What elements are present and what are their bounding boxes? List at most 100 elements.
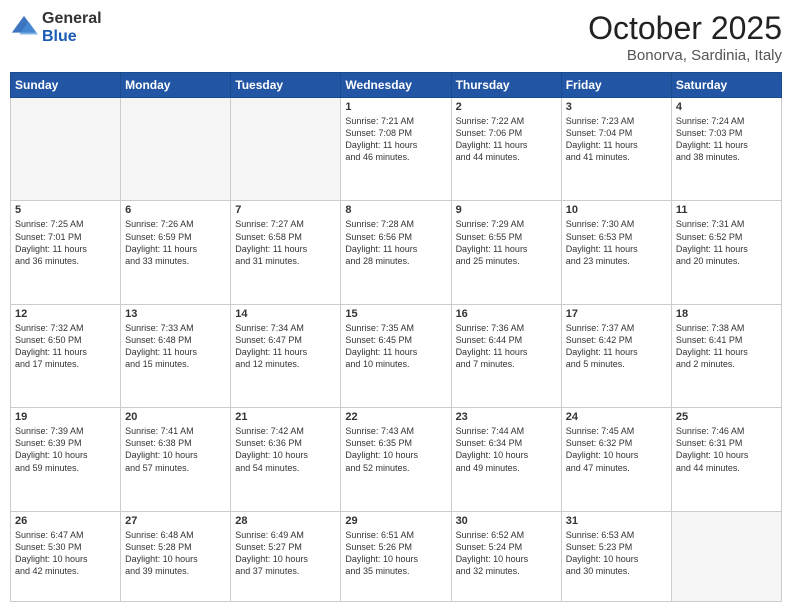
table-row: 24 Sunrise: 7:45 AM Sunset: 6:32 PM Dayli…: [561, 408, 671, 511]
table-row: 27 Sunrise: 6:48 AM Sunset: 5:28 PM Dayli…: [121, 511, 231, 602]
logo-general-text: General: [42, 10, 102, 28]
day-number: 11: [676, 204, 777, 216]
day-number: 6: [125, 204, 226, 216]
logo-icon: [10, 14, 38, 42]
day-info: Sunrise: 7:29 AM Sunset: 6:55 PM Dayligh…: [456, 218, 557, 267]
day-number: 13: [125, 308, 226, 320]
table-row: 13 Sunrise: 7:33 AM Sunset: 6:48 PM Dayli…: [121, 304, 231, 407]
title-block: October 2025 Bonorva, Sardinia, Italy: [588, 10, 782, 64]
day-info: Sunrise: 7:45 AM Sunset: 6:32 PM Dayligh…: [566, 425, 667, 474]
header: General Blue October 2025 Bonorva, Sardi…: [10, 10, 782, 64]
table-row: 17 Sunrise: 7:37 AM Sunset: 6:42 PM Dayli…: [561, 304, 671, 407]
table-row: 16Sunrise: 7:36 AM Sunset: 6:44 PM Dayli…: [451, 304, 561, 407]
day-number: 16: [456, 308, 557, 320]
col-wednesday: Wednesday: [341, 73, 451, 98]
day-number: 17: [566, 308, 667, 320]
table-row: 12 Sunrise: 7:32 AM Sunset: 6:50 PM Dayli…: [11, 304, 121, 407]
day-info: Sunrise: 7:25 AM Sunset: 7:01 PM Dayligh…: [15, 218, 116, 267]
day-number: 4: [676, 101, 777, 113]
day-number: 1: [345, 101, 446, 113]
day-info: Sunrise: 7:42 AM Sunset: 6:36 PM Dayligh…: [235, 425, 336, 474]
table-row: 29 Sunrise: 6:51 AM Sunset: 5:26 PM Dayli…: [341, 511, 451, 602]
day-info: Sunrise: 6:51 AM Sunset: 5:26 PM Dayligh…: [345, 529, 446, 578]
col-sunday: Sunday: [11, 73, 121, 98]
day-number: 29: [345, 515, 446, 527]
day-info: Sunrise: 6:48 AM Sunset: 5:28 PM Dayligh…: [125, 529, 226, 578]
table-row: 18Sunrise: 7:38 AM Sunset: 6:41 PM Dayli…: [671, 304, 781, 407]
day-number: 22: [345, 411, 446, 423]
day-number: 14: [235, 308, 336, 320]
page: General Blue October 2025 Bonorva, Sardi…: [0, 0, 792, 612]
day-number: 3: [566, 101, 667, 113]
day-info: Sunrise: 6:53 AM Sunset: 5:23 PM Dayligh…: [566, 529, 667, 578]
col-monday: Monday: [121, 73, 231, 98]
day-info: Sunrise: 7:23 AM Sunset: 7:04 PM Dayligh…: [566, 115, 667, 164]
day-info: Sunrise: 7:31 AM Sunset: 6:52 PM Dayligh…: [676, 218, 777, 267]
location: Bonorva, Sardinia, Italy: [588, 47, 782, 64]
day-info: Sunrise: 7:37 AM Sunset: 6:42 PM Dayligh…: [566, 322, 667, 371]
table-row: 23Sunrise: 7:44 AM Sunset: 6:34 PM Dayli…: [451, 408, 561, 511]
day-info: Sunrise: 7:39 AM Sunset: 6:39 PM Dayligh…: [15, 425, 116, 474]
table-row: 22Sunrise: 7:43 AM Sunset: 6:35 PM Dayli…: [341, 408, 451, 511]
table-row: 5 Sunrise: 7:25 AM Sunset: 7:01 PM Daylig…: [11, 201, 121, 304]
day-info: Sunrise: 6:47 AM Sunset: 5:30 PM Dayligh…: [15, 529, 116, 578]
logo-text: General Blue: [42, 10, 102, 45]
day-info: Sunrise: 7:30 AM Sunset: 6:53 PM Dayligh…: [566, 218, 667, 267]
logo: General Blue: [10, 10, 102, 45]
day-info: Sunrise: 7:33 AM Sunset: 6:48 PM Dayligh…: [125, 322, 226, 371]
table-row: 21 Sunrise: 7:42 AM Sunset: 6:36 PM Dayli…: [231, 408, 341, 511]
day-info: Sunrise: 7:46 AM Sunset: 6:31 PM Dayligh…: [676, 425, 777, 474]
table-row: 28 Sunrise: 6:49 AM Sunset: 5:27 PM Dayli…: [231, 511, 341, 602]
day-info: Sunrise: 7:32 AM Sunset: 6:50 PM Dayligh…: [15, 322, 116, 371]
day-header-row: Sunday Monday Tuesday Wednesday Thursday…: [11, 73, 782, 98]
col-tuesday: Tuesday: [231, 73, 341, 98]
day-number: 27: [125, 515, 226, 527]
day-number: 18: [676, 308, 777, 320]
table-row: 10 Sunrise: 7:30 AM Sunset: 6:53 PM Dayli…: [561, 201, 671, 304]
col-thursday: Thursday: [451, 73, 561, 98]
col-saturday: Saturday: [671, 73, 781, 98]
table-row: 6Sunrise: 7:26 AM Sunset: 6:59 PM Daylig…: [121, 201, 231, 304]
table-row: 11 Sunrise: 7:31 AM Sunset: 6:52 PM Dayli…: [671, 201, 781, 304]
table-row: [671, 511, 781, 602]
day-info: Sunrise: 7:41 AM Sunset: 6:38 PM Dayligh…: [125, 425, 226, 474]
day-info: Sunrise: 6:52 AM Sunset: 5:24 PM Dayligh…: [456, 529, 557, 578]
table-row: 7 Sunrise: 7:27 AM Sunset: 6:58 PM Daylig…: [231, 201, 341, 304]
table-row: 31 Sunrise: 6:53 AM Sunset: 5:23 PM Dayli…: [561, 511, 671, 602]
day-number: 25: [676, 411, 777, 423]
table-row: 25 Sunrise: 7:46 AM Sunset: 6:31 PM Dayli…: [671, 408, 781, 511]
table-row: 8Sunrise: 7:28 AM Sunset: 6:56 PM Daylig…: [341, 201, 451, 304]
day-info: Sunrise: 7:21 AM Sunset: 7:08 PM Dayligh…: [345, 115, 446, 164]
table-row: 4 Sunrise: 7:24 AM Sunset: 7:03 PM Daylig…: [671, 98, 781, 201]
day-info: Sunrise: 6:49 AM Sunset: 5:27 PM Dayligh…: [235, 529, 336, 578]
day-info: Sunrise: 7:28 AM Sunset: 6:56 PM Dayligh…: [345, 218, 446, 267]
day-number: 2: [456, 101, 557, 113]
table-row: 14Sunrise: 7:34 AM Sunset: 6:47 PM Dayli…: [231, 304, 341, 407]
calendar-table: Sunday Monday Tuesday Wednesday Thursday…: [10, 72, 782, 602]
table-row: 1 Sunrise: 7:21 AM Sunset: 7:08 PM Daylig…: [341, 98, 451, 201]
table-row: 2 Sunrise: 7:22 AM Sunset: 7:06 PM Daylig…: [451, 98, 561, 201]
day-number: 24: [566, 411, 667, 423]
table-row: 3 Sunrise: 7:23 AM Sunset: 7:04 PM Daylig…: [561, 98, 671, 201]
day-number: 12: [15, 308, 116, 320]
day-info: Sunrise: 7:22 AM Sunset: 7:06 PM Dayligh…: [456, 115, 557, 164]
day-number: 26: [15, 515, 116, 527]
day-number: 5: [15, 204, 116, 216]
day-number: 9: [456, 204, 557, 216]
day-number: 7: [235, 204, 336, 216]
table-row: 9 Sunrise: 7:29 AM Sunset: 6:55 PM Daylig…: [451, 201, 561, 304]
month-title: October 2025: [588, 10, 782, 47]
day-info: Sunrise: 7:24 AM Sunset: 7:03 PM Dayligh…: [676, 115, 777, 164]
day-number: 28: [235, 515, 336, 527]
day-number: 10: [566, 204, 667, 216]
table-row: 19Sunrise: 7:39 AM Sunset: 6:39 PM Dayli…: [11, 408, 121, 511]
day-info: Sunrise: 7:27 AM Sunset: 6:58 PM Dayligh…: [235, 218, 336, 267]
day-number: 31: [566, 515, 667, 527]
day-number: 21: [235, 411, 336, 423]
table-row: 20Sunrise: 7:41 AM Sunset: 6:38 PM Dayli…: [121, 408, 231, 511]
day-info: Sunrise: 7:35 AM Sunset: 6:45 PM Dayligh…: [345, 322, 446, 371]
table-row: 30Sunrise: 6:52 AM Sunset: 5:24 PM Dayli…: [451, 511, 561, 602]
table-row: [11, 98, 121, 201]
table-row: [231, 98, 341, 201]
day-number: 15: [345, 308, 446, 320]
